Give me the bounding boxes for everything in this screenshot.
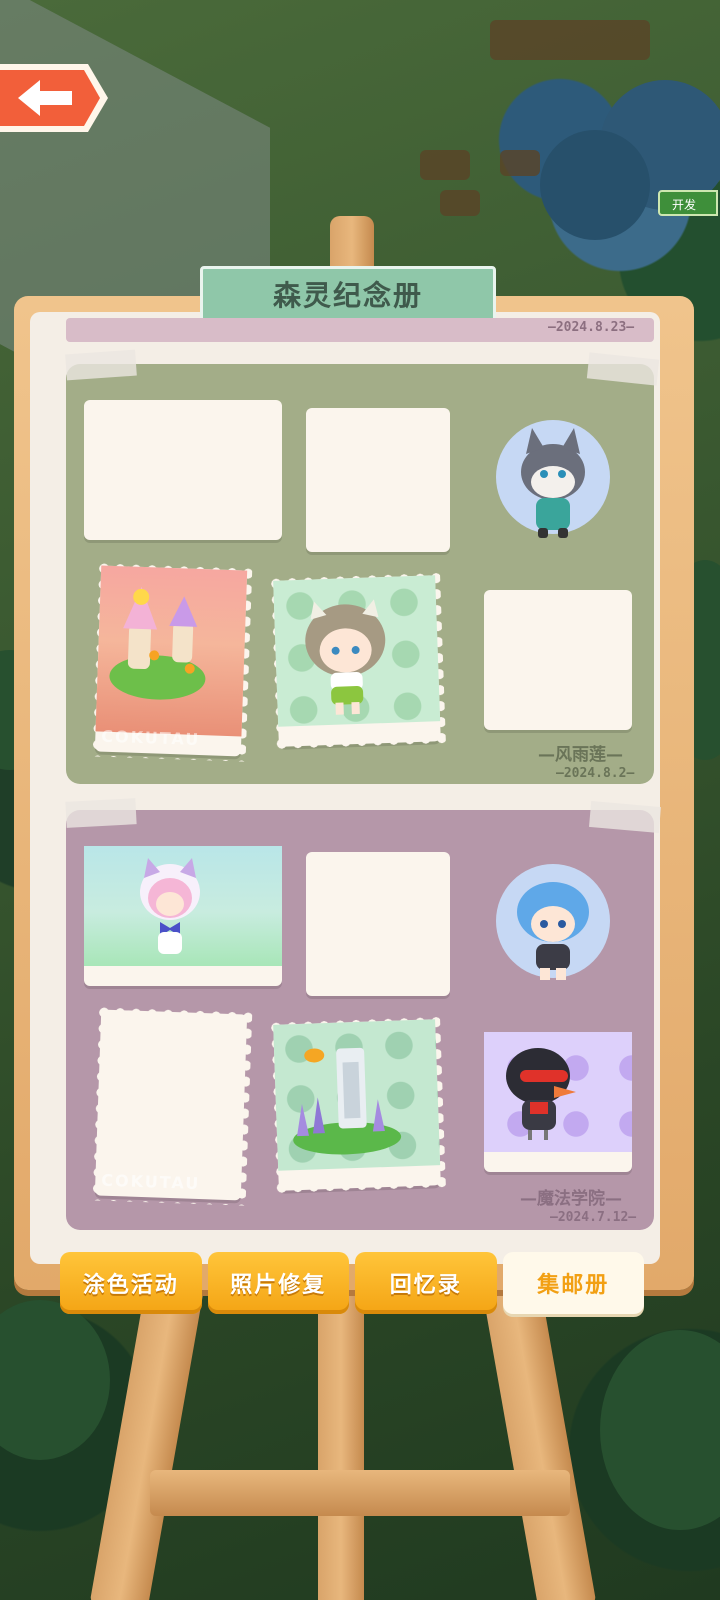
stamp[interactable]	[479, 1027, 637, 1177]
side-tag[interactable]: 开发	[658, 190, 718, 216]
page-title: 森灵纪念册	[272, 279, 423, 312]
tab-photo-repair[interactable]: 照片修复	[207, 1252, 349, 1314]
lavender-ruins-icon	[293, 1047, 402, 1155]
album-name: —魔法学院—	[520, 1189, 622, 1209]
back-arrow-icon	[0, 64, 108, 132]
wolf-character-icon	[521, 428, 585, 538]
stamp[interactable]	[273, 575, 441, 747]
tab-coloring[interactable]: 涂色活动	[60, 1252, 202, 1314]
stamp[interactable]	[479, 585, 637, 735]
back-button[interactable]	[0, 60, 110, 136]
stamp[interactable]: COKUTAU	[94, 565, 248, 757]
easel-leg-center	[318, 1290, 364, 1600]
stamp-watermark: COKUTAU	[101, 1170, 201, 1194]
tape	[65, 798, 137, 828]
easel-crossbar	[150, 1470, 570, 1516]
tab-stamp-album[interactable]: 集邮册	[502, 1252, 644, 1314]
sheep-character-icon	[517, 882, 589, 980]
stamp[interactable]	[301, 847, 455, 1001]
album-date: —2024.8.2—	[556, 766, 635, 781]
stamp[interactable]	[273, 1019, 441, 1191]
stamp-watermark: COKUTAU	[101, 726, 201, 750]
title-tab: 森灵纪念册	[200, 266, 496, 322]
stamp-flower[interactable]	[478, 846, 628, 996]
album-name: —风雨莲—	[538, 745, 623, 765]
tab-memoir[interactable]: 回忆录	[355, 1252, 497, 1314]
stamp[interactable]	[79, 841, 287, 991]
header-date: —2024.8.23—	[548, 320, 635, 335]
stamp[interactable]: COKUTAU	[94, 1009, 248, 1201]
tape	[65, 349, 137, 381]
stamp[interactable]	[301, 403, 455, 557]
crow-character-icon	[506, 1048, 576, 1140]
cat-girl-character-icon	[140, 858, 200, 954]
tab-bar: 涂色活动 照片修复 回忆录 集邮册	[60, 1252, 644, 1316]
stamp-flower[interactable]	[478, 402, 628, 552]
fairy-castle-icon	[109, 586, 206, 700]
stamp[interactable]	[79, 395, 287, 545]
album-date: —2024.7.12—	[550, 1210, 637, 1225]
girl-character-icon	[305, 599, 386, 715]
